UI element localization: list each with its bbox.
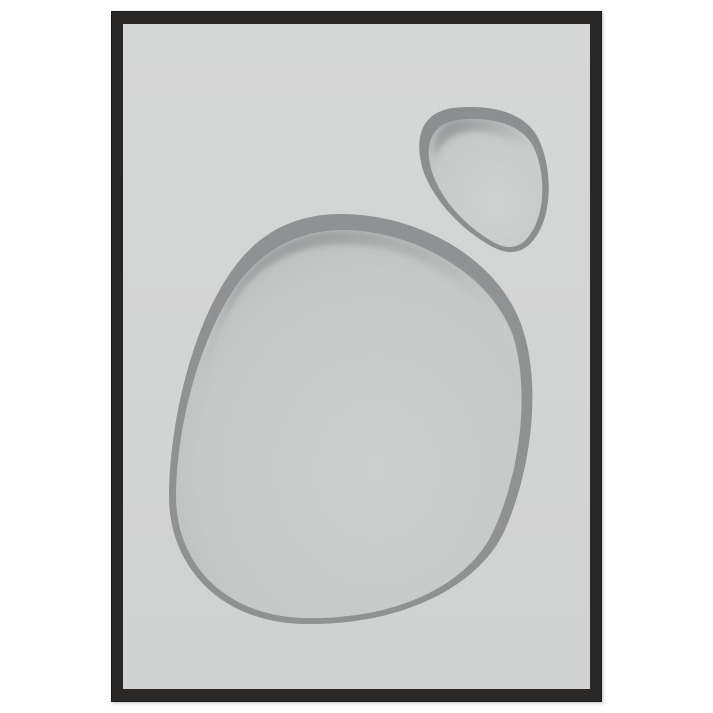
relief-artwork [123,24,590,689]
image-canvas [0,0,713,713]
artwork-print [123,24,590,689]
picture-frame [111,11,602,702]
